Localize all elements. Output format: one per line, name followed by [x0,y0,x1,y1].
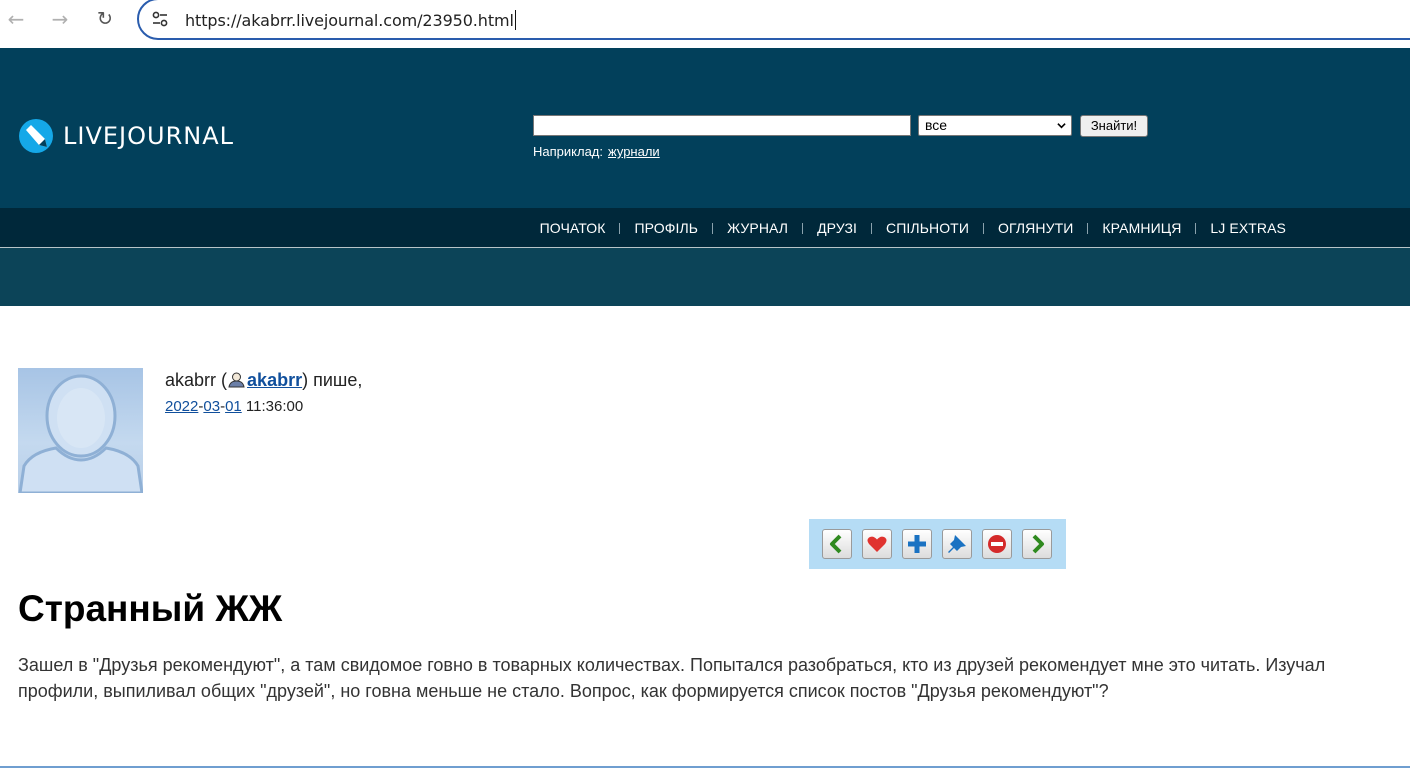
no-entry-icon [988,535,1006,553]
url-text[interactable]: https://akabrr.livejournal.com/23950.htm… [185,10,516,30]
pin-icon [948,535,966,553]
search-input[interactable] [533,115,911,136]
entry-byline: akabrr ( akabrr) пише, [165,370,362,391]
add-to-memories-button[interactable] [862,529,892,559]
nav-item-journal[interactable]: ЖУРНАЛ [713,220,802,236]
livejournal-logo-icon [19,119,53,153]
entry-time: 11:36:00 [245,398,304,415]
search-button[interactable]: Знайти! [1080,115,1148,137]
text-caret [514,10,516,30]
search-example: Наприклад: журнали [533,144,660,159]
reload-icon[interactable]: ↻ [94,8,116,30]
chevron-down-icon [1057,123,1066,129]
nav-item-profile[interactable]: ПРОФІЛЬ [620,220,712,236]
entry-body: Зашел в "Друзья рекомендуют", а там свид… [18,655,1326,701]
entry-date: 2022-03-01 11:36:00 [165,398,303,415]
browser-toolbar: ← → ↻ https://akabrr.livejournal.com/239… [0,0,1410,48]
next-entry-button[interactable] [1022,529,1052,559]
search-scope-select[interactable]: все [918,115,1072,136]
date-day-link[interactable]: 01 [225,398,242,415]
user-icon[interactable] [228,371,245,388]
next-arrow-icon [1032,534,1044,554]
add-friend-button[interactable] [902,529,932,559]
logo-text: LIVEJOURNAL [63,122,234,150]
site-header: LIVEJOURNAL все Знайти! Наприклад: журнал… [0,48,1410,208]
plus-icon [908,535,926,553]
back-arrow-icon[interactable]: ← [5,8,27,30]
author-name: akabrr [165,370,217,390]
previous-entry-button[interactable] [822,529,852,559]
livejournal-logo[interactable]: LIVEJOURNAL [18,118,234,154]
nav-item-shop[interactable]: КРАМНИЦЯ [1088,220,1195,236]
nav-item-communities[interactable]: СПІЛЬНОТИ [872,220,983,236]
prev-arrow-icon [830,534,842,554]
header-sub-band [0,248,1410,306]
nav-item-lj-extras[interactable]: LJ EXTRAS [1196,220,1300,236]
nav-item-explore[interactable]: ОГЛЯНУТИ [984,220,1087,236]
forward-arrow-icon[interactable]: → [49,8,71,30]
divider [0,766,1410,768]
nav-item-friends[interactable]: ДРУЗІ [803,220,871,236]
nav-item-home[interactable]: ПОЧАТОК [526,220,620,236]
entry-title: Странный ЖЖ [18,588,283,629]
user-link[interactable]: akabrr [247,370,302,390]
entry-actions-toolbar [809,519,1066,569]
byline-paren-open: ( [221,370,228,390]
flag-entry-button[interactable] [982,529,1012,559]
avatar[interactable] [18,368,143,493]
date-month-link[interactable]: 03 [203,398,220,415]
date-year-link[interactable]: 2022 [165,398,198,415]
track-entry-button[interactable] [942,529,972,559]
example-link-journals[interactable]: журнали [608,144,660,159]
default-userpic-icon [18,374,143,493]
byline-writes: ) пише, [302,370,363,390]
address-bar[interactable]: https://akabrr.livejournal.com/23950.htm… [137,0,1410,40]
site-info-icon[interactable] [151,10,169,28]
heart-icon [867,536,887,552]
search-scope-value: все [925,117,948,133]
example-label: Наприклад: [533,144,603,159]
main-navigation: ПОЧАТОК ПРОФІЛЬ ЖУРНАЛ ДРУЗІ СПІЛЬНОТИ О… [0,208,1410,248]
